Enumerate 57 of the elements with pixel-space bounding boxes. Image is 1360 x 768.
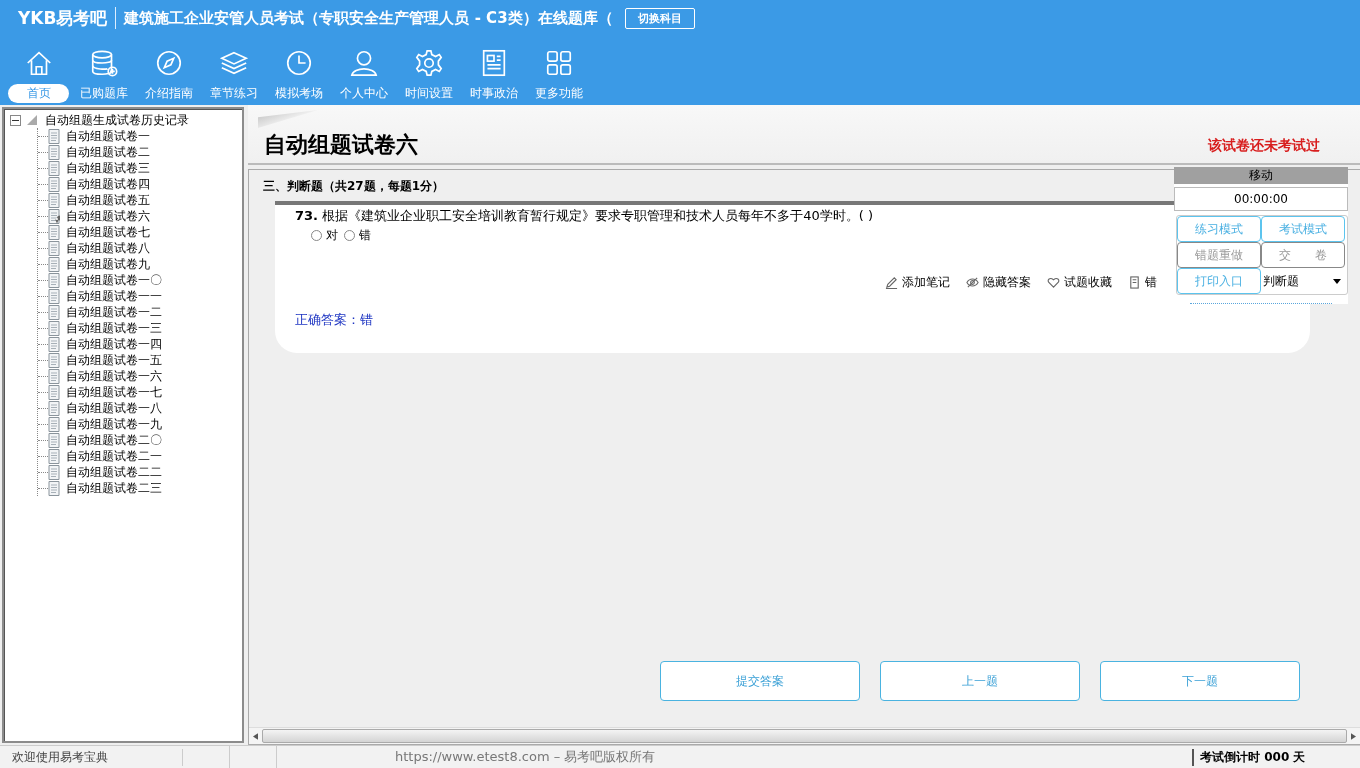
gear-icon[interactable] [413,48,444,78]
tree-item[interactable]: 自动组题试卷一八 [66,399,162,417]
tree-item[interactable]: 自动组题试卷三 [66,159,150,177]
exam-status: 该试卷还未考试过 [1208,137,1320,155]
question-type-select[interactable]: 判断题 [1261,268,1345,294]
tree-item[interactable]: 自动组题试卷一一 [66,287,162,305]
radio-button[interactable] [311,230,322,241]
pencil-icon[interactable] [885,276,898,289]
tree-item[interactable]: 自动组题试卷一七 [66,383,162,401]
scroll-right-icon[interactable] [1351,732,1356,740]
section-heading: 三、判断题（共27题，每题1分） [263,178,445,195]
tree-item[interactable]: 自动组题试卷一三 [66,319,162,337]
dropdown-caret-icon [1333,278,1341,284]
user-icon[interactable] [348,48,379,78]
tree-item[interactable]: 自动组题试卷二〇 [66,431,162,449]
tree-item[interactable]: 自动组题试卷一九 [66,415,162,433]
tree-item[interactable]: 自动组题试卷五 [66,191,150,209]
tree-item[interactable]: 自动组题试卷六 [66,207,150,225]
tree-item[interactable]: 自动组题试卷七 [66,223,150,241]
horizontal-scrollbar[interactable] [249,727,1360,744]
status-text: 欢迎使用易考宝典 [0,748,183,766]
triangle-icon [27,115,37,125]
tool-link[interactable]: 试题收藏 [1064,274,1112,291]
app-title: 建筑施工企业安管人员考试（专职安全生产管理人员 - C3类）在线题库（ [124,8,613,28]
tree-item[interactable]: 自动组题试卷四 [66,175,150,193]
heart-icon[interactable] [1047,276,1060,289]
timer-display: 00:00:00 [1174,187,1348,211]
tool-link[interactable]: 错 [1145,274,1157,291]
tree-item[interactable]: 自动组题试卷一 [66,127,150,145]
tree-item[interactable]: 自动组题试卷一二 [66,303,162,321]
panel-title-bar[interactable]: 移动 [1174,167,1348,184]
tree-item[interactable]: 自动组题试卷一六 [66,367,162,385]
logo: YKB易考吧 [18,6,108,30]
scroll-left-icon[interactable] [253,732,258,740]
tree-root[interactable]: 自动组题生成试卷历史记录 [45,111,189,129]
tree-item[interactable]: 自动组题试卷二二 [66,463,162,481]
tree-item[interactable]: 自动组题试卷一〇 [66,271,162,289]
tree-item[interactable]: 自动组题试卷二三 [66,479,162,497]
eye-icon[interactable] [966,276,979,289]
tree-item[interactable]: 自动组题试卷九 [66,255,150,273]
countdown-text: 考试倒计时 000 天 [1192,748,1360,766]
correct-answer: 正确答案：错 [295,311,374,329]
radio-button[interactable] [344,230,355,241]
collapse-toggle[interactable] [10,114,21,126]
copyright-text: https://www.etest8.com – 易考吧版权所有 [395,748,656,766]
tool-link[interactable]: 添加笔记 [902,274,950,291]
tree-item[interactable]: 自动组题试卷八 [66,239,150,257]
option-label[interactable]: 对 [326,227,338,244]
option-label[interactable]: 错 [359,227,371,244]
book-icon[interactable] [1128,276,1141,289]
tree-item[interactable]: 自动组题试卷二一 [66,447,162,465]
tool-link[interactable]: 隐藏答案 [983,274,1031,291]
tree-item[interactable]: 自动组题试卷一五 [66,351,162,369]
paper-title: 自动组题试卷六 [264,131,418,159]
tree-item[interactable]: 自动组题试卷一四 [66,335,162,353]
question-text: 73. 根据《建筑业企业职工安全培训教育暂行规定》要求专职管理和技术人员每年不多于40学时。( ) [295,208,873,223]
tree-item[interactable]: 自动组题试卷二 [66,143,150,161]
